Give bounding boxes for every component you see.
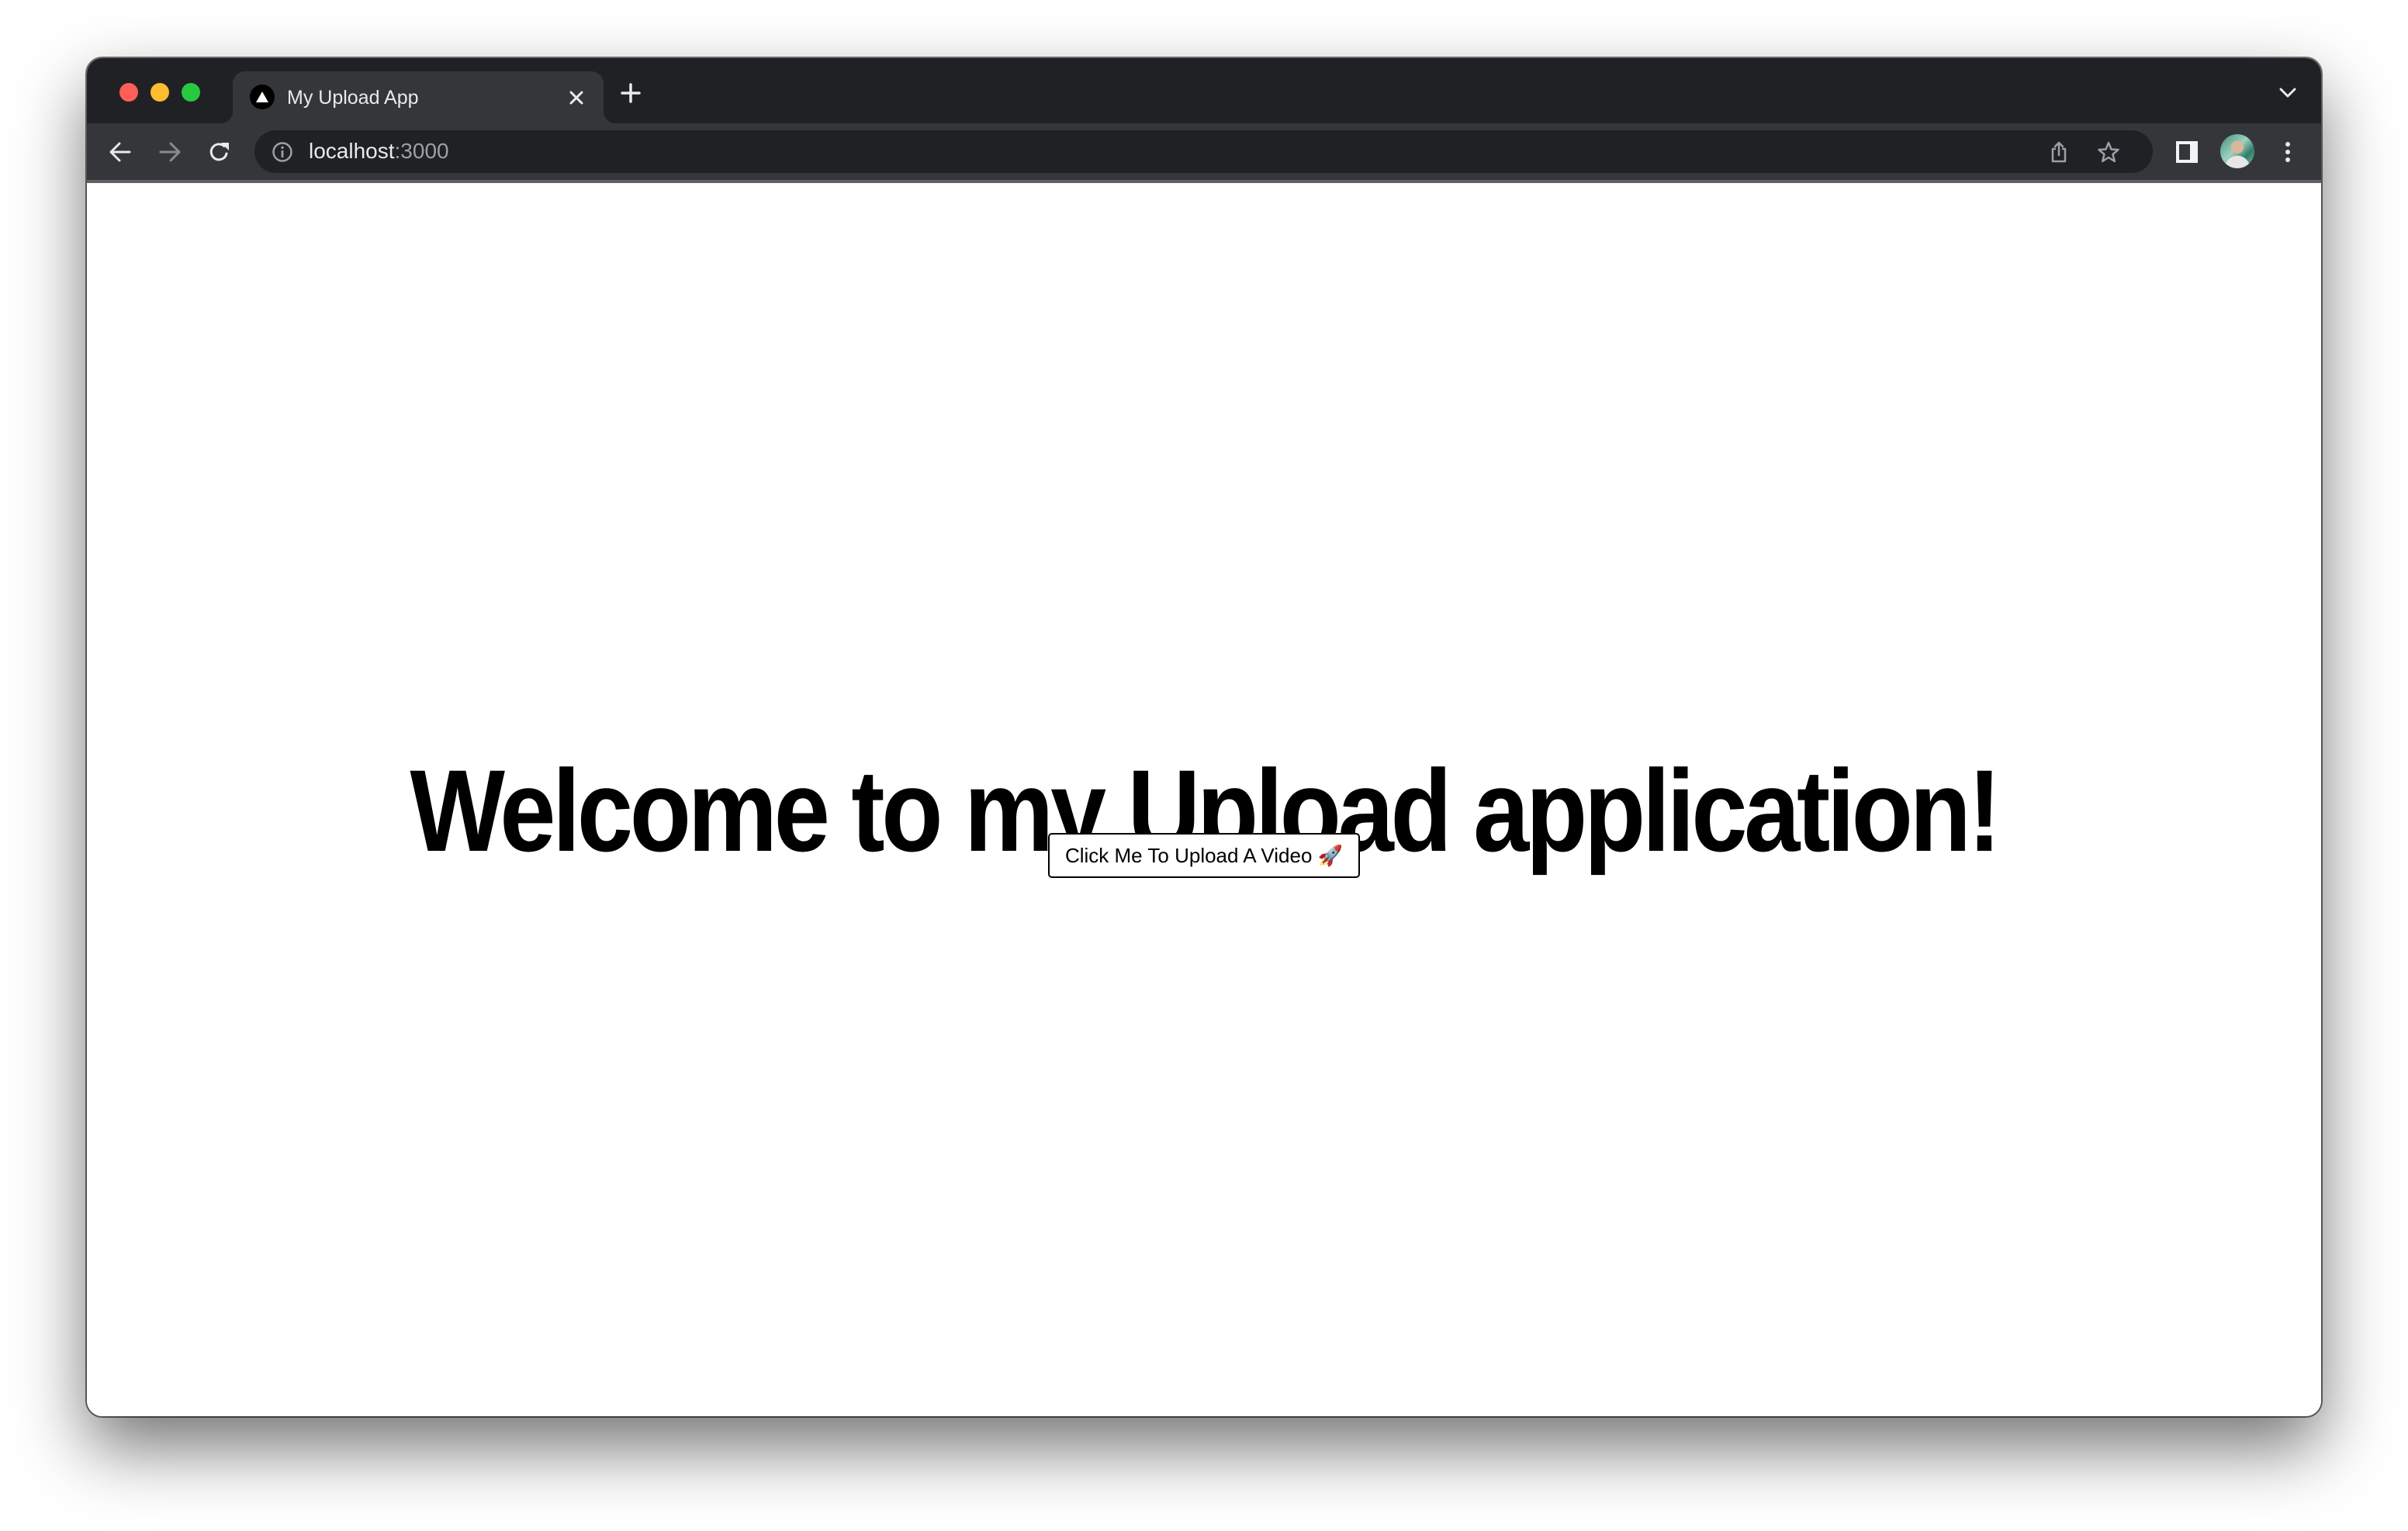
plus-icon	[621, 83, 641, 103]
new-tab-button[interactable]	[619, 81, 642, 105]
avatar[interactable]	[2220, 134, 2254, 168]
upload-video-button[interactable]: Click Me To Upload A Video 🚀	[1048, 833, 1360, 878]
tab-title: My Upload App	[287, 87, 419, 109]
arrow-right-icon	[159, 142, 181, 162]
info-icon[interactable]	[272, 141, 293, 163]
bookmark-button[interactable]	[2096, 140, 2121, 164]
url-text[interactable]: localhost:3000	[309, 138, 449, 164]
page-content: Welcome to my Upload application! Click …	[87, 183, 2321, 1416]
kebab-menu-icon	[2285, 142, 2290, 162]
triangle-logo-icon	[250, 85, 275, 109]
tab-my-upload-app[interactable]: My Upload App	[220, 71, 616, 123]
forward-button[interactable]	[158, 140, 182, 164]
reload-button[interactable]	[208, 140, 231, 164]
side-panel-icon	[2176, 141, 2198, 163]
minimize-window-button[interactable]	[150, 83, 169, 102]
browser-window: My Upload App localhost:3000 Welcome to …	[87, 58, 2321, 1416]
tab-search-button[interactable]	[2278, 85, 2298, 102]
close-window-button[interactable]	[119, 83, 138, 102]
reload-icon	[209, 143, 229, 161]
toolbar: localhost:3000	[87, 123, 2321, 183]
close-tab-button[interactable]	[565, 86, 588, 109]
chevron-down-icon	[2279, 88, 2296, 98]
share-button[interactable]	[2046, 140, 2071, 164]
share-icon	[2051, 141, 2067, 163]
close-icon	[569, 91, 583, 105]
side-panel-button[interactable]	[2175, 140, 2199, 164]
tab-strip: My Upload App	[87, 58, 2321, 123]
address-bar[interactable]: localhost:3000	[254, 130, 2153, 173]
star-icon	[2098, 141, 2119, 163]
menu-button[interactable]	[2276, 140, 2299, 164]
maximize-window-button[interactable]	[182, 83, 200, 102]
arrow-left-icon	[109, 142, 131, 162]
back-button[interactable]	[109, 140, 132, 164]
